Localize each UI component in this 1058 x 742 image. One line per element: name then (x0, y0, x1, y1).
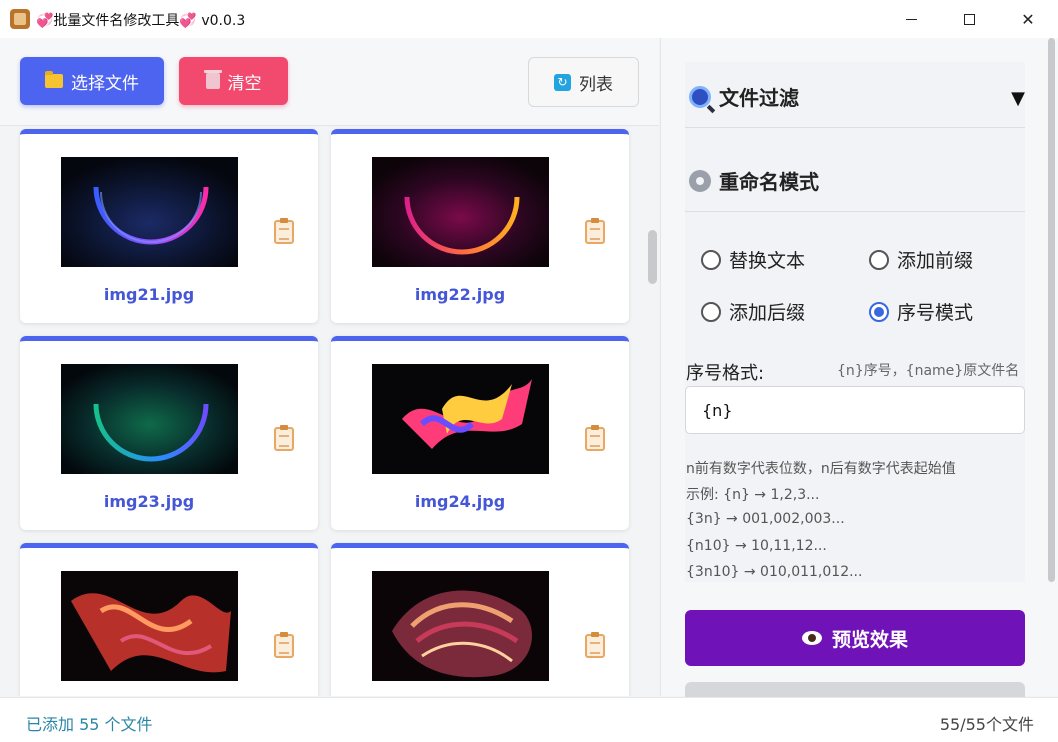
search-icon (689, 85, 711, 108)
refresh-icon: ↻ (554, 73, 571, 91)
copy-icon[interactable] (585, 425, 605, 451)
gear-icon (689, 169, 711, 192)
file-thumbnail (372, 157, 549, 267)
file-name: img21.jpg (103, 285, 195, 304)
help-line: {3n10} → 010,011,012... (686, 564, 863, 580)
file-card[interactable]: img23.jpg (20, 336, 318, 530)
mode-label: 添加后缀 (729, 302, 806, 324)
toolbar: 选择文件 清空 ↻ 列表 (0, 38, 659, 126)
file-card[interactable]: img22.jpg (331, 129, 629, 323)
copy-icon[interactable] (274, 632, 294, 658)
rename-section-header: 重命名模式 (685, 150, 1025, 212)
file-thumbnail (372, 571, 549, 681)
copy-icon[interactable] (274, 218, 294, 244)
maximize-icon (963, 13, 975, 25)
copy-icon[interactable] (274, 425, 294, 451)
radio-button-checked[interactable] (869, 301, 889, 322)
copy-icon[interactable] (585, 218, 605, 244)
file-list-pane: 选择文件 清空 ↻ 列表 img21.jpg img22.jpg img23.j… (0, 38, 659, 696)
clear-button[interactable]: 清空 (179, 57, 288, 105)
eye-icon (801, 631, 822, 645)
close-button[interactable]: ✕ (1005, 0, 1051, 38)
mode-label: 替换文本 (729, 250, 806, 272)
folder-icon (45, 71, 63, 88)
maximize-button[interactable] (946, 0, 992, 38)
title-bar: 💞批量文件名修改工具💞 v0.0.3 ✕ (0, 0, 1058, 38)
format-input[interactable]: {n} (685, 386, 1025, 434)
caret-down-icon[interactable]: ▼ (1011, 88, 1025, 109)
trash-icon (203, 70, 222, 89)
app-icon (10, 9, 30, 29)
thumbnail-image (372, 364, 549, 474)
help-line: {n10} → 10,11,12... (686, 538, 827, 554)
thumbnail-image (61, 571, 238, 681)
format-label: 序号格式: (686, 363, 765, 384)
preview-button-label: 预览效果 (831, 628, 908, 651)
thumbnail-image (372, 157, 549, 267)
radio-button[interactable] (701, 301, 721, 322)
file-thumbnail (61, 571, 238, 681)
select-files-label: 选择文件 (71, 73, 139, 94)
preview-button[interactable]: 预览效果 (685, 610, 1025, 666)
filter-section-title: 文件过滤 (719, 86, 799, 110)
files-added-status: 已添加 55 个文件 (26, 715, 153, 734)
help-line: n前有数字代表位数，n后有数字代表起始值 (686, 461, 956, 477)
file-card[interactable]: img24.jpg (331, 336, 629, 530)
mode-replace-text[interactable]: 替换文本 (701, 246, 805, 273)
help-line: 示例: {n} → 1,2,3... (686, 487, 820, 503)
file-name: img24.jpg (414, 492, 506, 511)
filter-section-header[interactable]: 文件过滤 ▼ (685, 66, 1025, 128)
file-grid: img21.jpg img22.jpg img23.jpg img24.jpg (0, 127, 645, 696)
radio-button[interactable] (869, 249, 889, 270)
file-list-scrollbar[interactable] (646, 127, 659, 696)
file-thumbnail (61, 364, 238, 474)
file-thumbnail (372, 364, 549, 474)
radio-button[interactable] (701, 249, 721, 270)
file-name: img23.jpg (103, 492, 195, 511)
file-card[interactable] (331, 543, 629, 696)
thumbnail-image (372, 571, 549, 681)
settings-scroll-thumb[interactable] (1048, 38, 1055, 582)
list-view-label: 列表 (579, 74, 613, 95)
window-title: 💞批量文件名修改工具💞 v0.0.3 (36, 13, 246, 29)
status-bar: 已添加 55 个文件 55/55个文件 (0, 697, 1058, 742)
help-line: {3n} → 001,002,003... (686, 511, 845, 527)
format-hint: {n}序号，{name}原文件名 (837, 363, 1020, 379)
settings-pane: 文件过滤 ▼ 重命名模式 替换文本 添加前缀 添加后缀 序号模式 序号格式: {… (660, 38, 1058, 702)
list-view-button[interactable]: ↻ 列表 (528, 57, 639, 107)
select-files-button[interactable]: 选择文件 (20, 57, 164, 105)
thumbnail-image (61, 157, 238, 267)
close-icon: ✕ (1021, 9, 1035, 29)
file-thumbnail (61, 157, 238, 267)
file-count-status: 55/55个文件 (939, 715, 1034, 734)
minimize-button[interactable] (888, 0, 934, 38)
mode-label: 序号模式 (897, 302, 974, 324)
file-list-scroll-thumb[interactable] (648, 230, 657, 284)
mode-add-suffix[interactable]: 添加后缀 (701, 298, 805, 325)
mode-label: 添加前缀 (897, 250, 974, 272)
thumbnail-image (61, 364, 238, 474)
file-card[interactable] (20, 543, 318, 696)
file-name: img22.jpg (414, 285, 506, 304)
minimize-icon (905, 18, 917, 20)
file-card[interactable]: img21.jpg (20, 129, 318, 323)
copy-icon[interactable] (585, 632, 605, 658)
mode-sequence[interactable]: 序号模式 (869, 298, 973, 325)
clear-label: 清空 (227, 73, 262, 94)
rename-section-title: 重命名模式 (719, 170, 819, 194)
mode-add-prefix[interactable]: 添加前缀 (869, 246, 973, 273)
